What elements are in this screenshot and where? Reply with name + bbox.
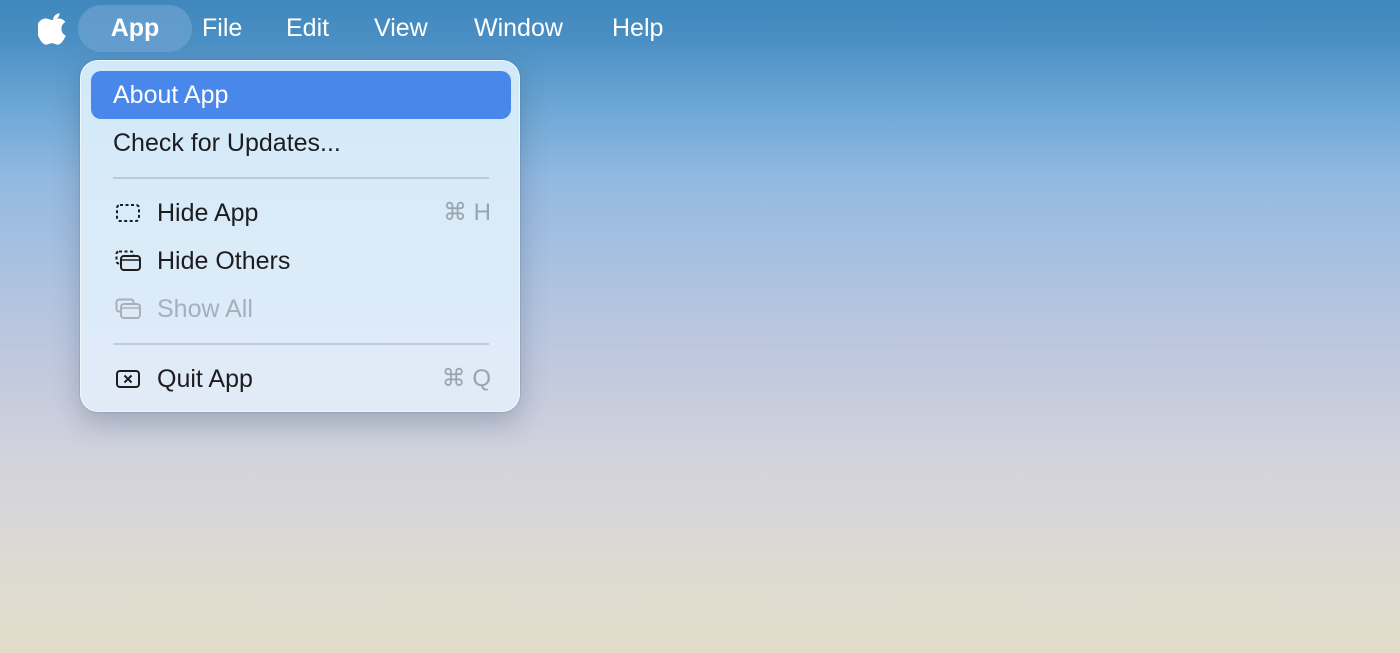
menu-item-show-all: Show All — [91, 285, 511, 333]
menu-item-label: Hide Others — [157, 247, 291, 275]
quit-icon — [116, 370, 140, 388]
menu-item-label: Show All — [157, 295, 253, 323]
menubar-edit[interactable]: Edit — [286, 0, 329, 56]
menu-item-label: About App — [113, 81, 229, 109]
menu-item-quit-app[interactable]: Quit App ⌘ Q — [91, 355, 511, 403]
menubar-app[interactable]: App — [78, 5, 192, 52]
menubar-window[interactable]: Window — [474, 0, 563, 56]
keyboard-shortcut: ⌘ Q — [441, 365, 491, 392]
app-menu-dropdown: About App Check for Updates... Hide App … — [80, 60, 520, 412]
hide-others-icon — [115, 250, 141, 271]
hide-window-icon — [116, 204, 140, 222]
menu-item-label: Quit App — [157, 365, 253, 393]
apple-logo-icon[interactable] — [38, 11, 70, 45]
menu-item-label: Check for Updates... — [113, 129, 341, 157]
menu-item-about-app[interactable]: About App — [91, 71, 511, 119]
menu-separator — [113, 343, 489, 345]
menu-item-hide-others[interactable]: Hide Others — [91, 237, 511, 285]
menubar-help[interactable]: Help — [612, 0, 663, 56]
show-all-icon — [115, 298, 141, 319]
menubar-view[interactable]: View — [374, 0, 428, 56]
keyboard-shortcut: ⌘ H — [443, 199, 491, 226]
menu-item-label: Hide App — [157, 199, 259, 227]
menu-bar: App File Edit View Window Help — [0, 0, 1400, 56]
menubar-file[interactable]: File — [202, 0, 242, 56]
menu-separator — [113, 177, 489, 179]
menu-item-check-for-updates[interactable]: Check for Updates... — [91, 119, 511, 167]
menu-item-hide-app[interactable]: Hide App ⌘ H — [91, 189, 511, 237]
